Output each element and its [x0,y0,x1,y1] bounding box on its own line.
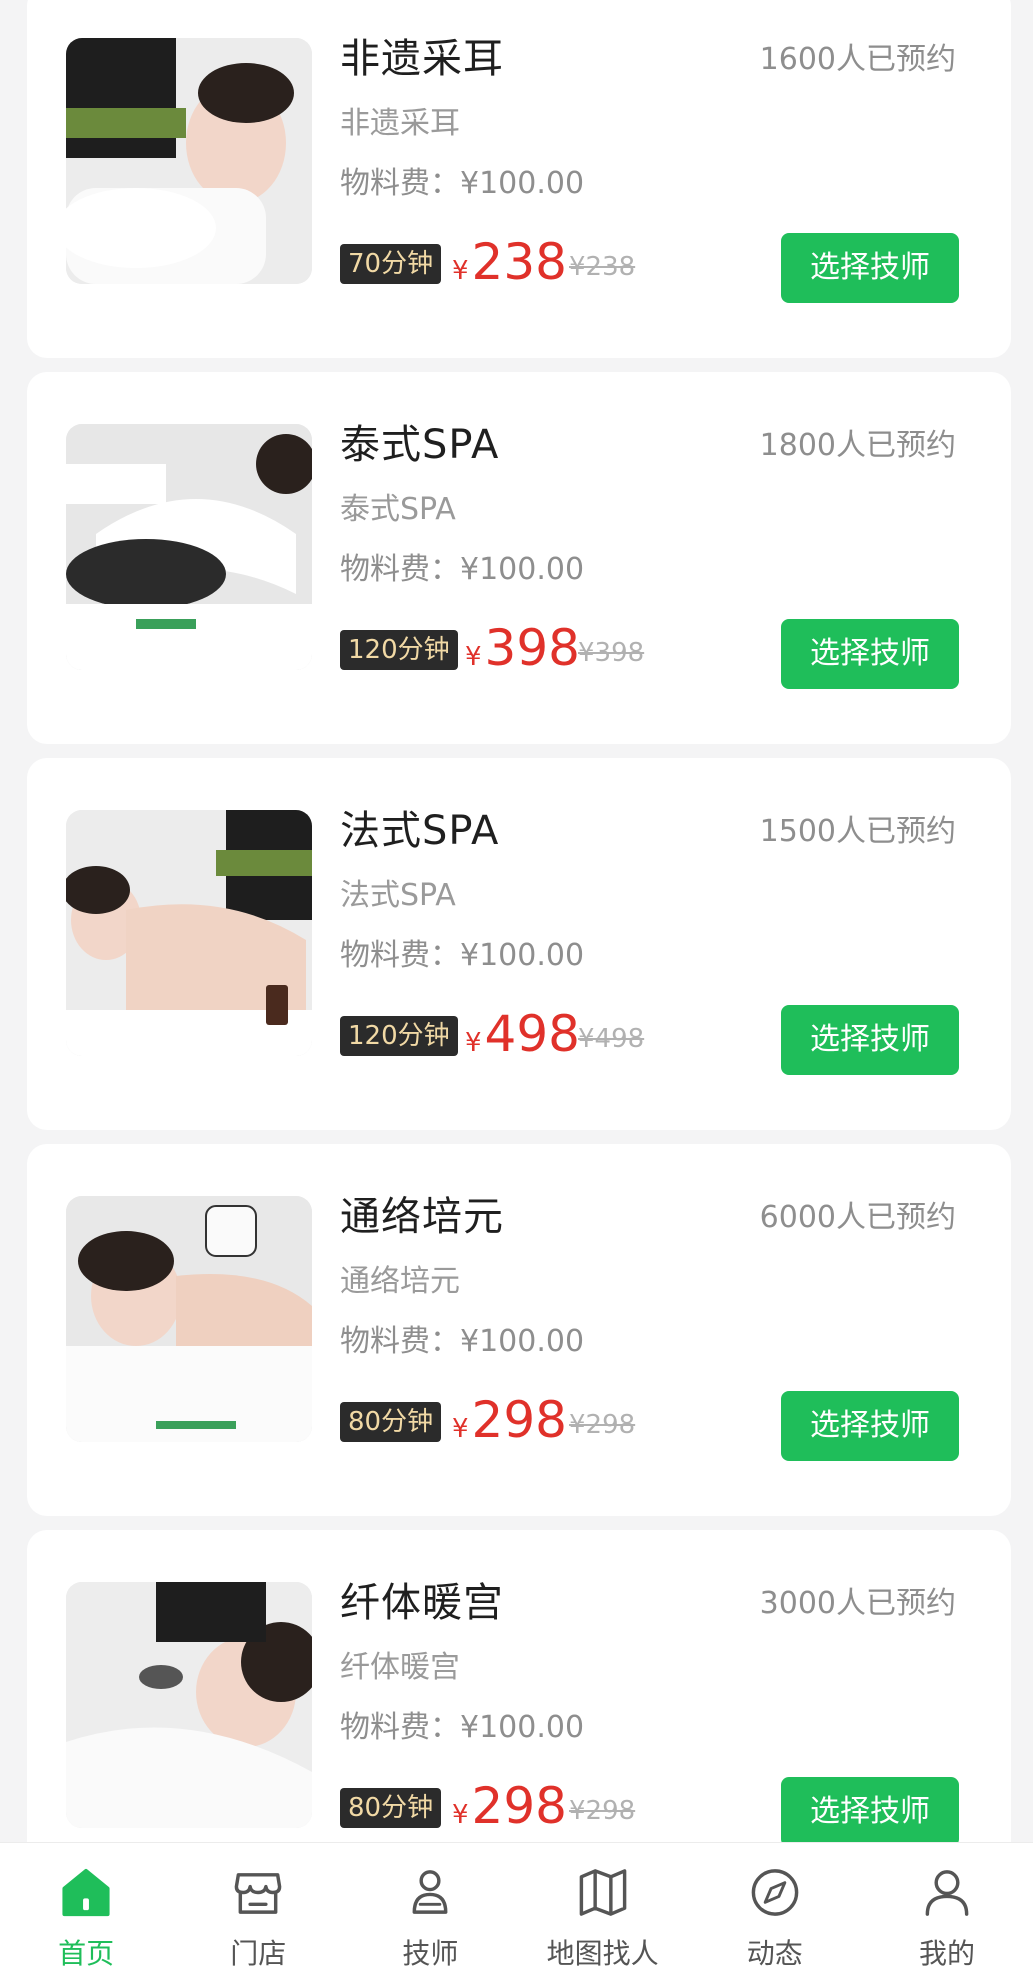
service-photo[interactable] [66,1582,312,1828]
tab-feed[interactable]: 动态 [689,1843,861,1972]
service-card[interactable]: 泰式SPA 1800人已预约 泰式SPA 物料费：¥100.00 120分钟 ¥… [27,372,1011,744]
service-subtitle: 纤体暖宫 [340,1650,460,1685]
tab-map[interactable]: 地图找人 [517,1843,689,1972]
booked-count: 1600人已预约 [759,42,956,77]
duration-badge: 70分钟 [340,244,442,284]
price-value: 398 [484,619,580,677]
duration-badge: 80分钟 [340,1402,442,1442]
service-title: 法式SPA [340,808,500,854]
material-fee: 物料费：¥100.00 [340,938,585,973]
currency-symbol: ¥ [452,1414,469,1444]
tab-home-label: 首页 [58,1937,115,1970]
current-price: ¥298 [452,1776,567,1845]
bottom-tab-bar: 首页 门店 技师 地图找人 动态 我的 [0,1842,1033,1972]
choose-technician-button[interactable]: 选择技师 [781,233,959,303]
tab-profile-label: 我的 [918,1937,975,1970]
service-title: 泰式SPA [340,422,500,468]
original-price: ¥498 [578,1024,645,1054]
tab-home[interactable]: 首页 [0,1843,172,1972]
service-subtitle: 泰式SPA [340,492,456,527]
app-screen: 非遗采耳 1600人已预约 非遗采耳 物料费：¥100.00 70分钟 ¥238… [0,0,1033,1972]
material-fee: 物料费：¥100.00 [340,1324,585,1359]
tab-store[interactable]: 门店 [172,1843,344,1972]
service-card[interactable]: 非遗采耳 1600人已预约 非遗采耳 物料费：¥100.00 70分钟 ¥238… [27,0,1011,358]
booked-count: 1800人已预约 [759,428,956,463]
technician-icon [412,1870,448,1914]
service-subtitle: 通络培元 [340,1264,460,1299]
currency-symbol: ¥ [465,1028,482,1058]
choose-technician-button[interactable]: 选择技师 [781,1005,959,1075]
currency-symbol: ¥ [452,1800,469,1830]
current-price: ¥498 [465,1004,580,1073]
price-value: 238 [471,233,567,291]
currency-symbol: ¥ [452,256,469,286]
service-photo[interactable] [66,424,312,670]
tab-store-label: 门店 [230,1937,287,1970]
original-price: ¥398 [578,638,645,668]
currency-symbol: ¥ [465,642,482,672]
duration-badge: 80分钟 [340,1788,442,1828]
service-photo[interactable] [66,38,312,284]
service-list: 非遗采耳 1600人已预约 非遗采耳 物料费：¥100.00 70分钟 ¥238… [0,0,1033,1916]
original-price: ¥238 [569,252,636,282]
price-value: 498 [484,1005,580,1063]
duration-badge: 120分钟 [340,630,458,670]
home-icon [62,1868,110,1917]
service-photo[interactable] [66,810,312,1056]
booked-count: 1500人已预约 [759,814,956,849]
compass-icon [751,1869,799,1916]
profile-icon [925,1870,969,1916]
original-price: ¥298 [569,1410,636,1440]
store-icon [234,1873,282,1914]
current-price: ¥298 [452,1390,567,1459]
map-icon [579,1869,626,1916]
original-price: ¥298 [569,1796,636,1826]
service-subtitle: 法式SPA [340,878,456,913]
current-price: ¥238 [452,232,567,301]
tab-technician-label: 技师 [402,1937,459,1970]
service-card[interactable]: 法式SPA 1500人已预约 法式SPA 物料费：¥100.00 120分钟 ¥… [27,758,1011,1130]
service-title: 通络培元 [340,1194,504,1240]
current-price: ¥398 [465,618,580,687]
choose-technician-button[interactable]: 选择技师 [781,619,959,689]
material-fee: 物料费：¥100.00 [340,166,585,201]
price-value: 298 [471,1391,567,1449]
service-title: 纤体暖宫 [340,1580,504,1626]
service-card[interactable]: 通络培元 6000人已预约 通络培元 物料费：¥100.00 80分钟 ¥298… [27,1144,1011,1516]
tab-feed-label: 动态 [746,1937,803,1970]
tab-technician[interactable]: 技师 [344,1843,516,1972]
choose-technician-button[interactable]: 选择技师 [781,1391,959,1461]
service-photo[interactable] [66,1196,312,1442]
choose-technician-button[interactable]: 选择技师 [781,1777,959,1847]
service-subtitle: 非遗采耳 [340,106,460,141]
service-title: 非遗采耳 [340,36,504,82]
booked-count: 3000人已预约 [759,1586,956,1621]
tab-map-label: 地图找人 [546,1937,659,1970]
price-value: 298 [471,1777,567,1835]
material-fee: 物料费：¥100.00 [340,552,585,587]
tab-profile[interactable]: 我的 [861,1843,1033,1972]
duration-badge: 120分钟 [340,1016,458,1056]
material-fee: 物料费：¥100.00 [340,1710,585,1745]
booked-count: 6000人已预约 [759,1200,956,1235]
